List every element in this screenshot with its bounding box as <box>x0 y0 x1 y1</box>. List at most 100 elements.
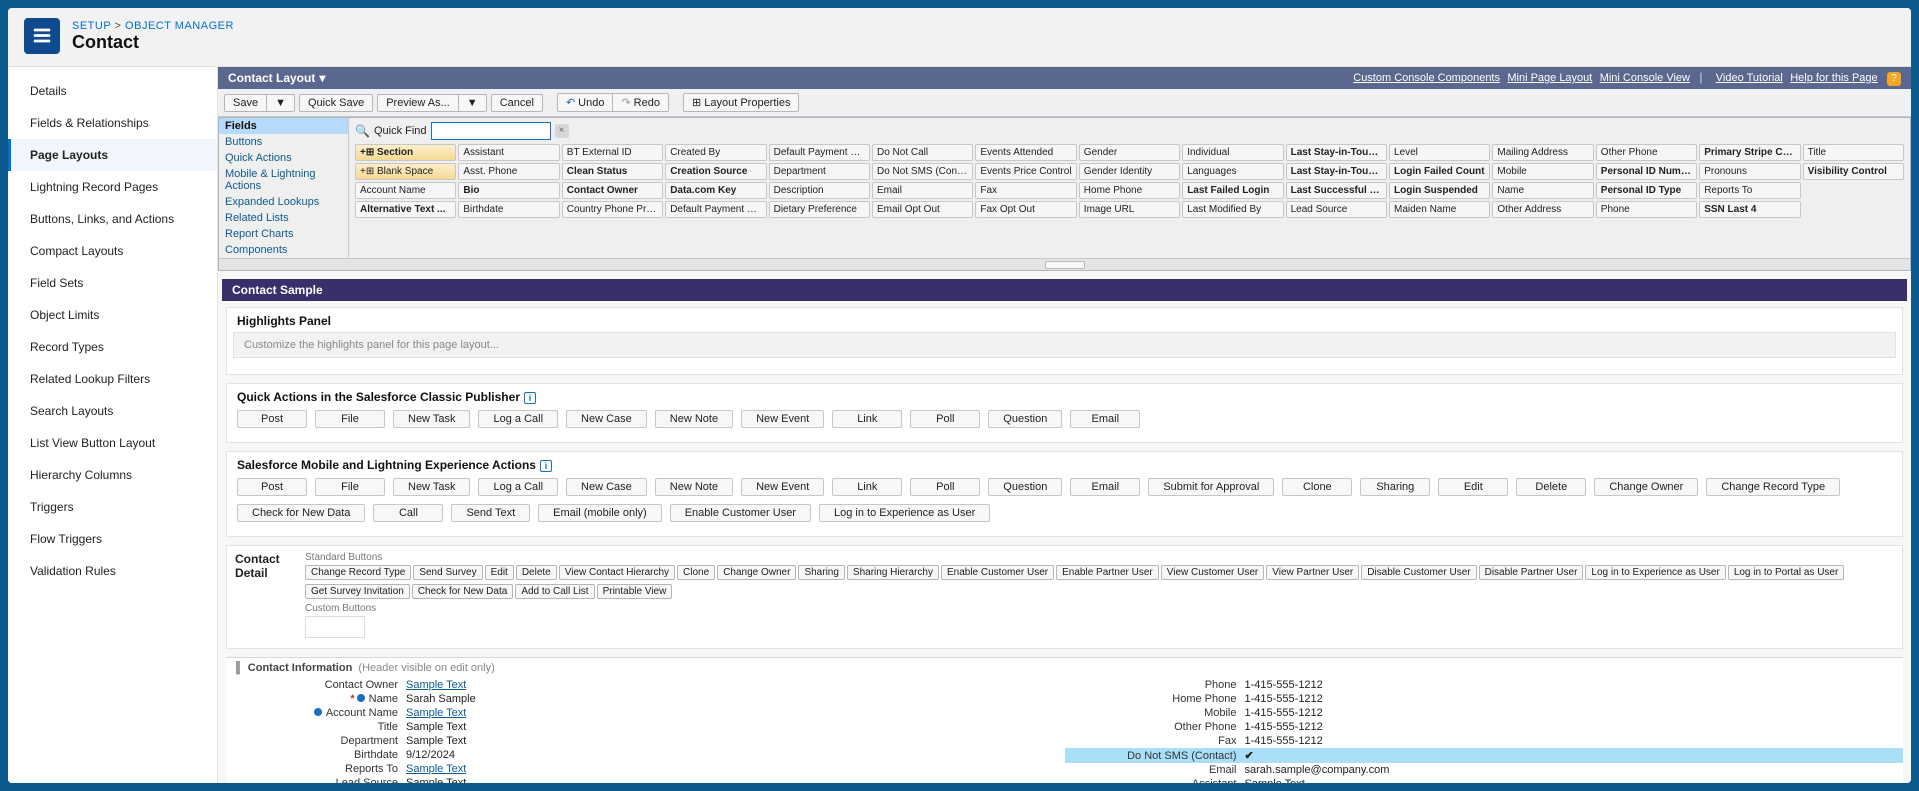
link-mini-console-view[interactable]: Mini Console View <box>1600 72 1690 84</box>
sidebar-item[interactable]: Buttons, Links, and Actions <box>8 203 217 235</box>
field-chip[interactable]: Individual <box>1182 144 1283 161</box>
field-chip[interactable]: +⊞ Section <box>355 144 456 161</box>
action-pill[interactable]: Email (mobile only) <box>538 504 662 522</box>
sidebar-item[interactable]: Related Lookup Filters <box>8 363 217 395</box>
field-chip[interactable]: Data.com Key <box>665 182 766 199</box>
action-pill[interactable]: Check for New Data <box>237 504 365 522</box>
sidebar-item[interactable]: Record Types <box>8 331 217 363</box>
field-chip[interactable]: Primary Stripe Cu... <box>1699 144 1800 161</box>
sidebar-item[interactable]: Triggers <box>8 491 217 523</box>
field-chip[interactable]: Pronouns <box>1699 163 1800 180</box>
field-chip[interactable]: Do Not Call <box>872 144 973 161</box>
standard-button[interactable]: Log in to Portal as User <box>1728 565 1845 580</box>
field-row[interactable]: DepartmentSample Text <box>226 734 1065 748</box>
field-chip[interactable]: Dietary Preference <box>769 201 870 218</box>
field-chip[interactable]: Default Payment M... <box>769 144 870 161</box>
standard-button[interactable]: Disable Customer User <box>1361 565 1476 580</box>
action-pill[interactable]: File <box>315 410 385 428</box>
save-button[interactable]: Save <box>225 95 267 111</box>
main[interactable]: Contact Layout▾ Custom Console Component… <box>218 67 1911 783</box>
standard-button[interactable]: Delete <box>516 565 557 580</box>
standard-button[interactable]: Printable View <box>597 584 673 599</box>
link-mini-page-layout[interactable]: Mini Page Layout <box>1507 72 1592 84</box>
palette-category[interactable]: Related Lists <box>219 210 348 226</box>
field-chip[interactable]: Events Price Control <box>975 163 1076 180</box>
field-chip[interactable]: Last Modified By <box>1182 201 1283 218</box>
standard-button[interactable]: View Partner User <box>1266 565 1359 580</box>
field-chip[interactable]: Personal ID Number <box>1596 163 1697 180</box>
field-row[interactable]: Mobile1-415-555-1212 <box>1065 706 1904 720</box>
field-chip[interactable]: Other Address <box>1492 201 1593 218</box>
field-chip[interactable]: Created By <box>665 144 766 161</box>
field-row[interactable]: Birthdate9/12/2024 <box>226 748 1065 762</box>
field-chip[interactable]: Phone <box>1596 201 1697 218</box>
action-pill[interactable]: Email <box>1070 410 1140 428</box>
field-chip[interactable]: Gender Identity <box>1079 163 1180 180</box>
field-chip[interactable]: Default Payment G... <box>665 201 766 218</box>
palette-resize-footer[interactable] <box>219 258 1910 270</box>
link-video-tutorial[interactable]: Video Tutorial <box>1716 72 1783 84</box>
palette-category[interactable]: Buttons <box>219 134 348 150</box>
action-pill[interactable]: Delete <box>1516 478 1586 496</box>
sidebar-item[interactable]: List View Button Layout <box>8 427 217 459</box>
field-chip[interactable]: Alternative Text ... <box>355 201 456 218</box>
palette-category[interactable]: Report Charts <box>219 226 348 242</box>
field-chip[interactable]: BT External ID <box>562 144 663 161</box>
palette-category[interactable]: Quick Actions <box>219 150 348 166</box>
clear-icon[interactable]: × <box>555 124 569 138</box>
action-pill[interactable]: Edit <box>1438 478 1508 496</box>
field-chip[interactable]: Last Successful L... <box>1286 182 1387 199</box>
action-pill[interactable]: Question <box>988 478 1062 496</box>
action-pill[interactable]: New Case <box>566 478 647 496</box>
redo-button[interactable]: Redo <box>613 94 668 111</box>
action-pill[interactable]: Submit for Approval <box>1148 478 1274 496</box>
action-pill[interactable]: Send Text <box>451 504 530 522</box>
field-chip[interactable]: Name <box>1492 182 1593 199</box>
field-row[interactable]: Lead SourceSample Text <box>226 776 1065 783</box>
field-chip[interactable]: Assistant <box>458 144 559 161</box>
preview-button[interactable]: Preview As... <box>378 95 459 111</box>
field-row[interactable]: Phone1-415-555-1212 <box>1065 678 1904 692</box>
field-row[interactable]: TitleSample Text <box>226 720 1065 734</box>
quick-save-button[interactable]: Quick Save <box>299 94 373 112</box>
field-chip[interactable]: Login Failed Count <box>1389 163 1490 180</box>
info-icon[interactable]: i <box>524 392 536 404</box>
field-row[interactable]: Emailsarah.sample@company.com <box>1065 763 1904 777</box>
sidebar-item[interactable]: Lightning Record Pages <box>8 171 217 203</box>
action-pill[interactable]: Post <box>237 478 307 496</box>
action-pill[interactable]: Log a Call <box>478 478 558 496</box>
crumb-setup[interactable]: SETUP <box>72 20 111 32</box>
drag-handle-icon[interactable] <box>1045 261 1085 269</box>
palette-category[interactable]: Mobile & Lightning Actions <box>219 166 348 194</box>
field-chip[interactable]: Birthdate <box>458 201 559 218</box>
field-chip[interactable]: Fax Opt Out <box>975 201 1076 218</box>
standard-button[interactable]: Get Survey Invitation <box>305 584 410 599</box>
field-row[interactable]: Home Phone1-415-555-1212 <box>1065 692 1904 706</box>
field-chip[interactable]: Languages <box>1182 163 1283 180</box>
standard-button[interactable]: Clone <box>677 565 715 580</box>
field-chip[interactable]: Login Suspended <box>1389 182 1490 199</box>
crumb-objmgr[interactable]: OBJECT MANAGER <box>125 20 234 32</box>
save-dropdown[interactable]: ▼ <box>267 95 294 111</box>
standard-button[interactable]: Change Owner <box>717 565 796 580</box>
action-pill[interactable]: New Note <box>655 478 733 496</box>
undo-button[interactable]: Undo <box>558 94 614 111</box>
sidebar-item[interactable]: Details <box>8 75 217 107</box>
link[interactable]: Sample Text <box>406 679 466 691</box>
info-icon[interactable]: i <box>540 460 552 472</box>
palette-category[interactable]: Expanded Lookups <box>219 194 348 210</box>
field-chip[interactable]: Fax <box>975 182 1076 199</box>
action-pill[interactable]: New Task <box>393 410 470 428</box>
field-chip[interactable]: SSN Last 4 <box>1699 201 1800 218</box>
field-row[interactable]: *NameSarah Sample <box>226 692 1065 706</box>
field-chip[interactable]: +⊞ Blank Space <box>355 163 456 180</box>
sidebar-item[interactable]: Validation Rules <box>8 555 217 587</box>
standard-button[interactable]: Change Record Type <box>305 565 411 580</box>
field-chip[interactable]: Reports To <box>1699 182 1800 199</box>
action-pill[interactable]: Post <box>237 410 307 428</box>
help-icon[interactable]: ? <box>1887 72 1901 86</box>
field-row[interactable]: Do Not SMS (Contact)✔ <box>1065 748 1904 763</box>
field-chip[interactable]: Do Not SMS (Contact) <box>872 163 973 180</box>
field-row[interactable]: Other Phone1-415-555-1212 <box>1065 720 1904 734</box>
standard-button[interactable]: Sharing <box>798 565 844 580</box>
